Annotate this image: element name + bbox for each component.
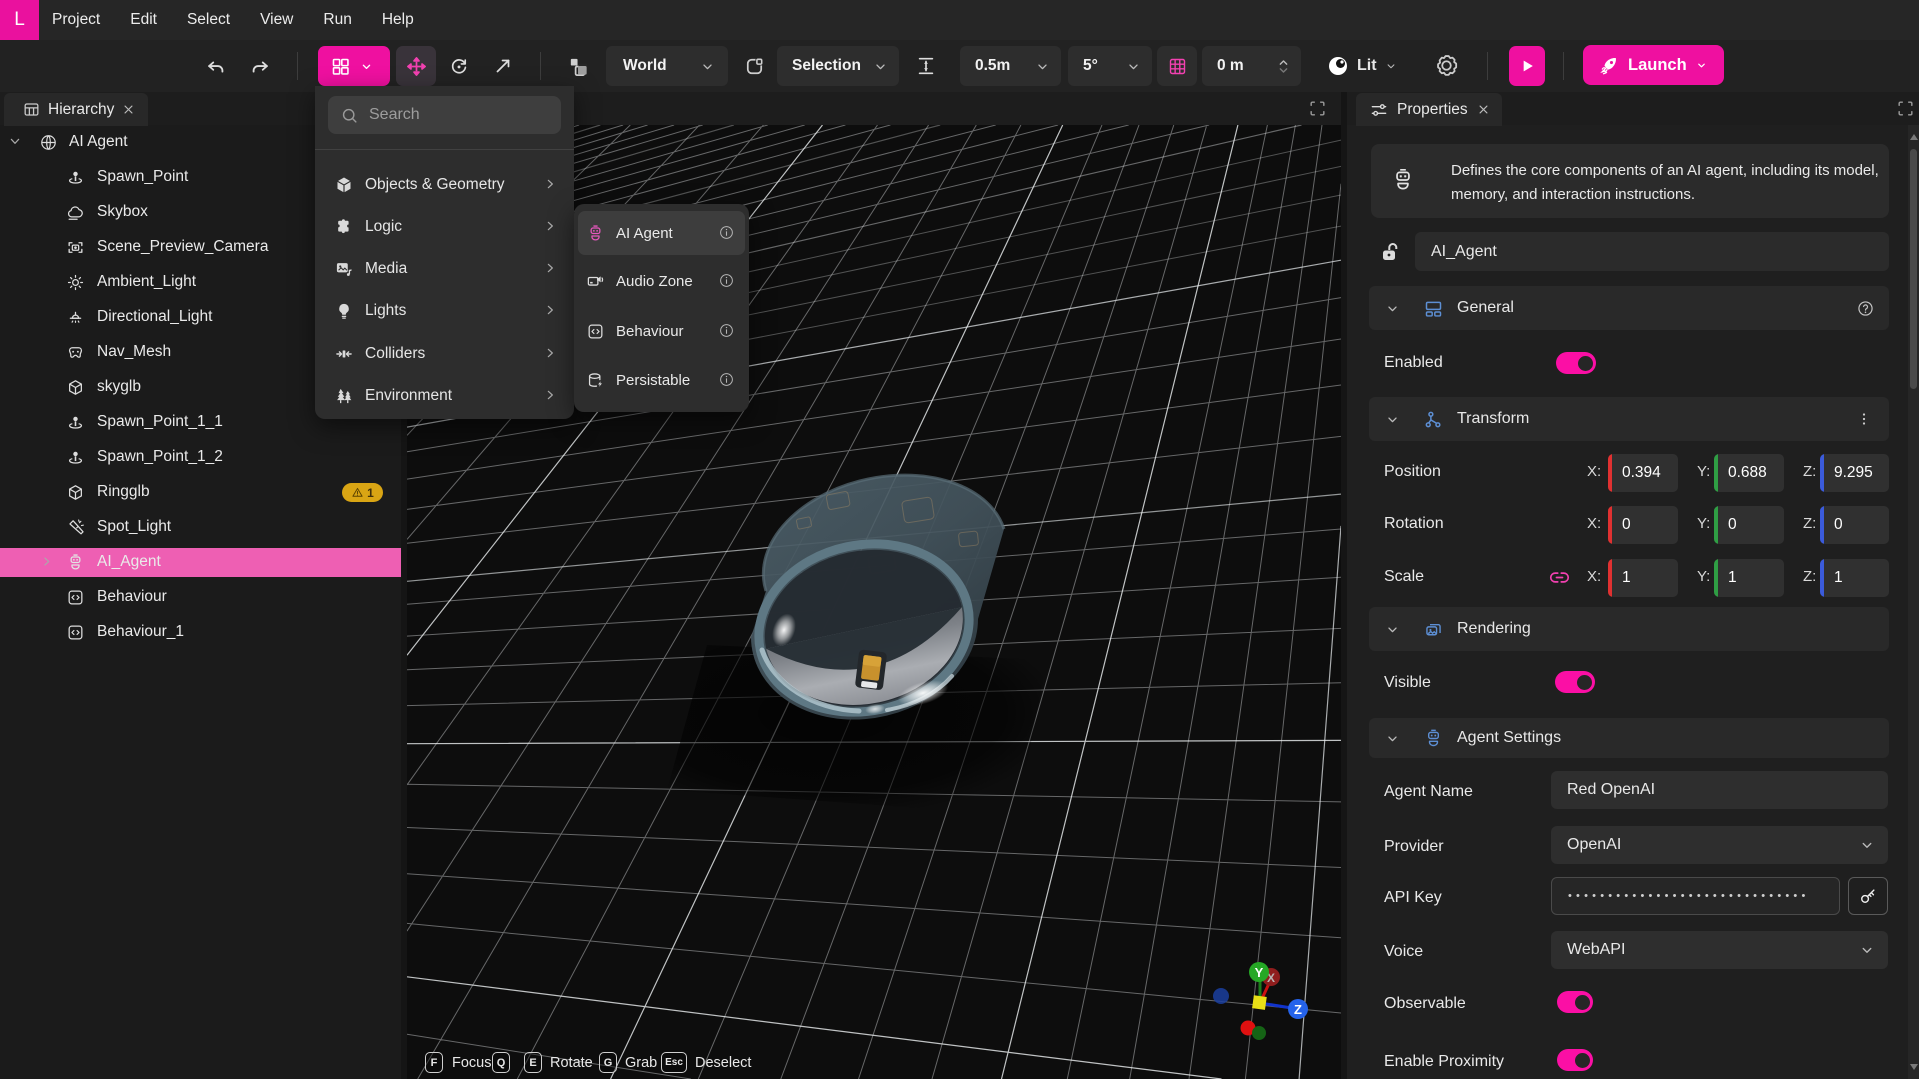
svg-text:Z: Z [1294,1002,1302,1017]
svg-text:Y: Y [1255,965,1264,980]
